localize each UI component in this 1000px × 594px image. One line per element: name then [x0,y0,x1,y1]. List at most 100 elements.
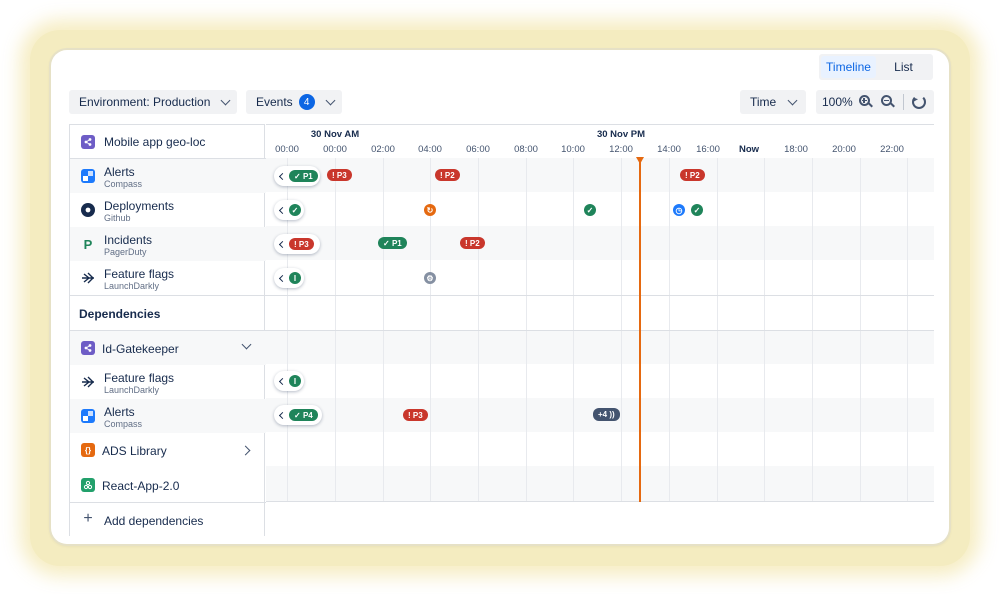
sidebar-item-label: Deployments [104,199,175,213]
flag-off-icon[interactable]: ⚙ [424,272,436,284]
events-filter[interactable]: Events 4 [246,90,342,114]
scroll-back-button[interactable]: ✓ P1 [274,166,320,186]
dependency-name: ADS Library [102,444,167,458]
tick-label: 00:00 [275,144,299,155]
compass-icon [81,341,95,355]
day-label: 30 Nov PM [596,129,646,140]
sidebar-item-dep-feature-flags[interactable]: Feature flags LaunchDarkly [70,365,266,399]
dependencies-header: Dependencies [70,296,266,331]
tick-label: 22:00 [880,144,904,155]
event-p3[interactable]: ! P3 [327,169,352,181]
sidebar-item-source: LaunchDarkly [104,385,160,395]
event-p4[interactable]: ✓ P4 [289,409,318,421]
events-label: Events [256,95,293,109]
plus-icon: + [83,510,93,527]
zoom-in-icon[interactable] [858,95,873,109]
time-label: Time [750,95,777,109]
chevron-right-icon[interactable] [240,445,251,456]
event-priority: P3 [412,410,423,420]
tick-label: 02:00 [371,144,395,155]
tab-timeline[interactable]: Timeline [821,56,876,78]
event-priority: P4 [302,410,313,420]
dependency-row-ads-library[interactable]: {} ADS Library [70,433,266,467]
sidebar-item-source: Compass [104,419,143,429]
tick-label: 20:00 [832,144,856,155]
launchdarkly-icon [81,375,95,389]
chevron-down-icon[interactable] [241,339,252,350]
dependency-name: React-App-2.0 [102,479,180,493]
sidebar-item-label: Alerts [104,165,135,179]
add-dependencies-button[interactable]: + Add dependencies [70,503,266,537]
scroll-back-button[interactable]: ✓ [274,200,304,220]
event-p2[interactable]: ! P2 [435,169,460,181]
event-p3[interactable]: ! P3 [403,409,428,421]
dependency-row-id-gatekeeper[interactable]: Id-Gatekeeper [70,331,266,365]
tick-label: 16:00 [696,144,720,155]
environment-select[interactable]: Environment: Production [69,90,237,114]
flag-toggle-icon[interactable]: I [289,272,301,284]
now-line [639,160,641,502]
deployment-in-progress-icon[interactable]: ↻ [424,204,436,216]
add-dependencies-label: Add dependencies [104,514,204,528]
sidebar-item-alerts[interactable]: Alerts Compass [70,159,266,193]
sidebar-item-label: Incidents [104,233,153,247]
events-count-badge: 4 [298,94,315,110]
service-name: Mobile app geo-loc [104,135,206,149]
sidebar-item-feature-flags[interactable]: Feature flags LaunchDarkly [70,261,266,296]
divider [266,501,934,502]
sidebar-item-deployments[interactable]: Deployments Github [70,193,266,227]
row-stripe [266,158,934,192]
sidebar-item-source: Compass [104,179,143,189]
zoom-out-icon[interactable] [880,95,895,109]
github-icon [81,203,95,217]
environment-label: Environment: Production [79,95,211,109]
deployment-success-icon[interactable]: ✓ [691,204,703,216]
deployment-success-icon[interactable]: ✓ [289,204,301,216]
row-stripe [266,466,934,502]
reset-icon[interactable] [911,95,926,109]
react-app-icon [81,478,95,492]
tick-label-now: Now [738,144,760,155]
deployment-pending-icon[interactable]: ◷ [673,204,685,216]
sidebar-item-source: LaunchDarkly [104,281,160,291]
chevron-down-icon [220,95,231,105]
service-row[interactable]: Mobile app geo-loc [70,125,266,159]
tab-list[interactable]: List [876,56,931,78]
event-p2[interactable]: ! P2 [680,169,705,181]
tick-label: 10:00 [561,144,585,155]
scroll-back-button[interactable]: I [274,371,304,391]
tick-label: 08:00 [514,144,538,155]
event-p1[interactable]: ✓ P1 [289,170,318,182]
sidebar-item-source: PagerDuty [104,247,147,257]
zoom-controls: 100% [816,90,934,114]
tick-label: 14:00 [657,144,681,155]
event-p1[interactable]: ✓ P1 [378,237,407,249]
chevron-down-icon [787,95,798,105]
sidebar-item-label: Feature flags [104,267,175,281]
event-priority: P1 [391,238,402,248]
event-p2[interactable]: ! P2 [460,237,485,249]
divider [266,124,934,125]
scroll-back-button[interactable]: ! P3 [274,234,320,254]
dependency-row-react-app[interactable]: React-App-2.0 [70,467,266,503]
sidebar-item-incidents[interactable]: P Incidents PagerDuty [70,227,266,261]
app-window: Timeline List Environment: Production Ev… [51,50,949,544]
scroll-back-button[interactable]: ✓ P4 [274,405,322,425]
scroll-back-button[interactable]: I [274,268,304,288]
row-stripe [266,226,934,260]
sidebar-item-dep-alerts[interactable]: Alerts Compass [70,399,266,433]
event-priority: P3 [298,239,309,249]
compass-icon [81,135,95,149]
sidebar-item-label: Alerts [104,405,135,419]
sidebar-item-source: Github [104,213,131,223]
launchdarkly-icon [81,271,95,285]
tick-label: 06:00 [466,144,490,155]
ads-library-icon: {} [81,443,95,457]
time-select[interactable]: Time [740,90,806,114]
overflow-events-badge[interactable]: +4 )) [593,408,620,421]
event-priority: P2 [689,170,700,180]
event-priority: P2 [444,170,455,180]
event-p3[interactable]: ! P3 [289,238,314,250]
flag-toggle-icon[interactable]: I [289,375,301,387]
deployment-success-icon[interactable]: ✓ [584,204,596,216]
